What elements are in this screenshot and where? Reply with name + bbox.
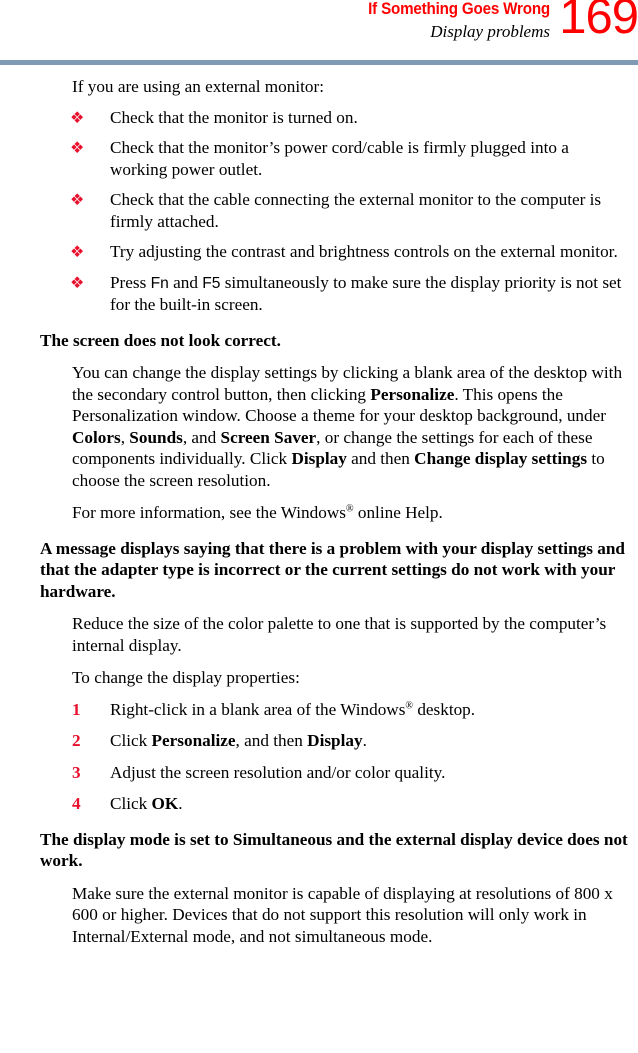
- list-item: 2 Click Personalize, and then Display.: [0, 720, 638, 752]
- step-number: 3: [72, 762, 81, 782]
- list-item: 1 Right-click in a blank area of the Win…: [0, 689, 638, 721]
- step-number: 1: [72, 699, 81, 719]
- display-properties-steps: 1 Right-click in a blank area of the Win…: [0, 689, 638, 815]
- registered-trademark-icon: ®: [345, 503, 354, 515]
- intro-paragraph: If you are using an external monitor:: [72, 77, 325, 96]
- list-item: ❖ Check that the cable connecting the ex…: [0, 180, 638, 232]
- heading-simultaneous-mode: The display mode is set to Simultaneous …: [40, 829, 628, 871]
- step-text: Right-click in a blank area of the Windo…: [110, 699, 476, 719]
- header-divider-rule: [0, 60, 638, 65]
- list-item: ❖ Press Fn and F5 simultaneously to make…: [0, 263, 638, 316]
- paragraph-resolution-requirements: Make sure the external monitor is capabl…: [72, 883, 613, 946]
- external-monitor-checklist: ❖ Check that the monitor is turned on. ❖…: [0, 98, 638, 316]
- list-item-text: Press Fn and F5 simultaneously to make s…: [110, 272, 622, 315]
- header-section-subtitle: Display problems: [430, 22, 550, 41]
- step-number: 2: [72, 731, 81, 750]
- list-item: 4 Click OK.: [0, 783, 638, 815]
- page-header: If Something Goes Wrong Display problems…: [0, 0, 638, 52]
- step-text: Adjust the screen resolution and/or colo…: [110, 762, 446, 782]
- list-item-text: Check that the cable connecting the exte…: [110, 190, 602, 231]
- diamond-bullet-icon: ❖: [70, 190, 85, 209]
- page-content: If you are using an external monitor: ❖ …: [0, 76, 638, 947]
- heading-adapter-type-message: A message displays saying that there is …: [40, 538, 625, 601]
- diamond-bullet-icon: ❖: [70, 138, 85, 157]
- key-label-fn: Fn: [150, 274, 169, 292]
- step-text: Click OK.: [110, 794, 183, 813]
- key-label-f5: F5: [202, 274, 221, 292]
- paragraph-change-properties-lead-in: To change the display properties:: [72, 668, 300, 687]
- paragraph-more-information: For more information, see the Windows® o…: [72, 503, 443, 522]
- list-item-text: Try adjusting the contrast and brightnes…: [110, 242, 618, 261]
- list-item: 3 Adjust the screen resolution and/or co…: [0, 752, 638, 784]
- list-item: ❖ Check that the monitor is turned on.: [0, 98, 638, 129]
- paragraph-reduce-palette: Reduce the size of the color palette to …: [72, 614, 607, 655]
- diamond-bullet-icon: ❖: [70, 107, 85, 127]
- diamond-bullet-icon: ❖: [70, 242, 85, 261]
- list-item: ❖ Check that the monitor’s power cord/ca…: [0, 128, 638, 180]
- header-chapter-title: If Something Goes Wrong: [368, 0, 550, 18]
- list-item: ❖ Try adjusting the contrast and brightn…: [0, 232, 638, 263]
- list-item-text: Check that the monitor’s power cord/cabl…: [110, 138, 569, 179]
- paragraph-display-settings: You can change the display settings by c…: [72, 363, 623, 490]
- header-text-block: If Something Goes Wrong Display problems: [90, 0, 550, 43]
- page-number: 169: [559, 0, 638, 44]
- heading-screen-not-correct: The screen does not look correct.: [40, 330, 281, 350]
- diamond-bullet-icon: ❖: [70, 272, 85, 292]
- step-number: 4: [72, 794, 81, 813]
- step-text: Click Personalize, and then Display.: [110, 731, 367, 750]
- registered-trademark-icon: ®: [405, 699, 414, 711]
- list-item-text: Check that the monitor is turned on.: [110, 107, 358, 127]
